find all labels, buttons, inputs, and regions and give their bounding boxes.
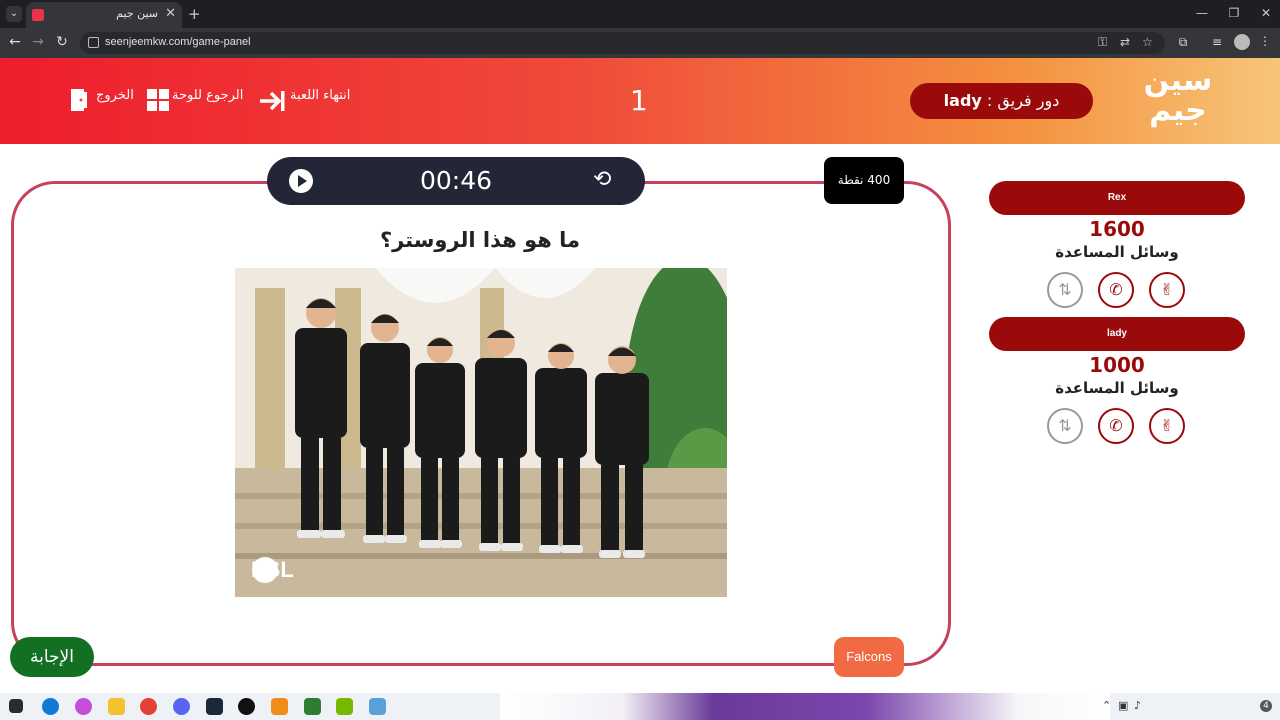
esl-watermark: ESL: [251, 557, 294, 582]
xbox-icon[interactable]: [304, 698, 321, 715]
tab-favicon-icon: [32, 9, 44, 21]
reading-list-icon[interactable]: ≡: [1208, 35, 1226, 49]
tab-close-icon[interactable]: ✕: [165, 6, 176, 21]
windows-taskbar: ⌃ ▣ ♪ 4: [0, 693, 1280, 720]
exit-link[interactable]: الخروج: [96, 88, 134, 103]
phone-icon[interactable]: ✆: [1098, 272, 1134, 308]
end-game-arrow-icon[interactable]: [258, 90, 286, 112]
team-score-rex: 1600: [1089, 217, 1145, 241]
nvidia-icon[interactable]: [336, 698, 353, 715]
question-text: ما هو هذا الروستر؟: [379, 228, 581, 252]
tray-chevron-icon[interactable]: ⌃: [1102, 699, 1111, 712]
tab-search-button[interactable]: ⌄: [6, 6, 22, 22]
browser-tab-bar: ⌄ سين جيم ✕ + — ❐ ✕: [0, 0, 1280, 28]
tab-title: سين جيم: [116, 7, 158, 20]
timer-value: 00:46: [419, 166, 493, 195]
points-badge: 400 نقطة: [824, 157, 904, 204]
game-header: الخروج الرجوع للوحة انتهاء اللعبة 1 دور …: [0, 58, 1280, 144]
swap-icon[interactable]: ⇅: [1047, 272, 1083, 308]
board-grid-icon[interactable]: [147, 89, 169, 111]
back-icon[interactable]: ←: [6, 34, 24, 50]
current-turn-badge: دور فريق : lady: [910, 83, 1093, 119]
team-aids-label-lady: وسائل المساعدة: [1055, 379, 1179, 397]
forward-icon[interactable]: →: [29, 34, 47, 50]
reload-icon[interactable]: ↻: [53, 34, 71, 50]
obs-icon[interactable]: [238, 698, 255, 715]
edge-icon[interactable]: [42, 698, 59, 715]
show-answer-button[interactable]: الإجابة: [10, 637, 94, 677]
exit-door-icon[interactable]: [70, 88, 92, 112]
team-name-rex: Rex: [989, 181, 1245, 215]
turn-team-name: lady: [943, 91, 982, 110]
team-score-lady: 1000: [1089, 353, 1145, 377]
swap-icon[interactable]: ⇅: [1047, 408, 1083, 444]
password-key-icon[interactable]: ⚿: [1098, 35, 1107, 50]
browser-tab[interactable]: سين جيم ✕: [26, 2, 182, 28]
new-tab-button[interactable]: +: [188, 5, 201, 23]
steam-icon[interactable]: [206, 698, 223, 715]
extensions-icon[interactable]: ⧉: [1174, 35, 1192, 50]
app-icon[interactable]: [369, 698, 386, 715]
chrome-icon[interactable]: [140, 698, 157, 715]
two-answers-icon[interactable]: ✌: [1149, 408, 1185, 444]
round-number: 1: [630, 84, 648, 117]
reset-timer-icon[interactable]: ⟲: [593, 168, 611, 192]
address-bar[interactable]: seenjeemkw.com/game-panel ⚿ ⇄ ☆: [80, 32, 1165, 54]
roster-photo-drawing: [235, 268, 727, 597]
translate-icon[interactable]: ⇄: [1120, 35, 1130, 49]
bookmark-star-icon[interactable]: ☆: [1142, 35, 1153, 49]
minimize-button[interactable]: —: [1192, 6, 1212, 20]
desktop-wallpaper-strip: [500, 693, 1110, 720]
timer-bar: 00:46 ⟲: [267, 157, 645, 205]
microphone-icon[interactable]: ♪: [1134, 699, 1141, 712]
turn-prefix: دور فريق :: [986, 91, 1060, 110]
team-name-lady: lady: [989, 317, 1245, 351]
question-image: ESL: [235, 268, 727, 597]
close-window-button[interactable]: ✕: [1256, 6, 1276, 20]
tray-app-icon[interactable]: ▣: [1118, 699, 1128, 712]
app-icon[interactable]: [271, 698, 288, 715]
browser-toolbar: ← → ↻ seenjeemkw.com/game-panel ⚿ ⇄ ☆ ⧉ …: [0, 28, 1280, 58]
back-to-board-link[interactable]: الرجوع للوحة: [172, 88, 243, 103]
restore-button[interactable]: ❐: [1224, 6, 1244, 20]
two-answers-icon[interactable]: ✌: [1149, 272, 1185, 308]
logo-line-2: جيم: [1149, 93, 1207, 128]
file-explorer-icon[interactable]: [108, 698, 125, 715]
start-icon[interactable]: [9, 699, 23, 713]
notification-badge[interactable]: 4: [1260, 700, 1272, 712]
team-aids-label-rex: وسائل المساعدة: [1055, 243, 1179, 261]
site-info-icon[interactable]: [88, 37, 99, 48]
copilot-icon[interactable]: [75, 698, 92, 715]
browser-menu-icon[interactable]: ⋮: [1256, 34, 1274, 48]
seen-jeem-logo[interactable]: سين جيم: [1140, 66, 1216, 136]
profile-avatar[interactable]: [1234, 34, 1250, 50]
end-game-link[interactable]: انتهاء اللعبة: [290, 88, 350, 103]
discord-icon[interactable]: [173, 698, 190, 715]
phone-icon[interactable]: ✆: [1098, 408, 1134, 444]
logo-line-1: سين: [1143, 63, 1213, 98]
url-text[interactable]: seenjeemkw.com/game-panel: [105, 36, 251, 48]
category-badge: Falcons: [834, 637, 904, 677]
